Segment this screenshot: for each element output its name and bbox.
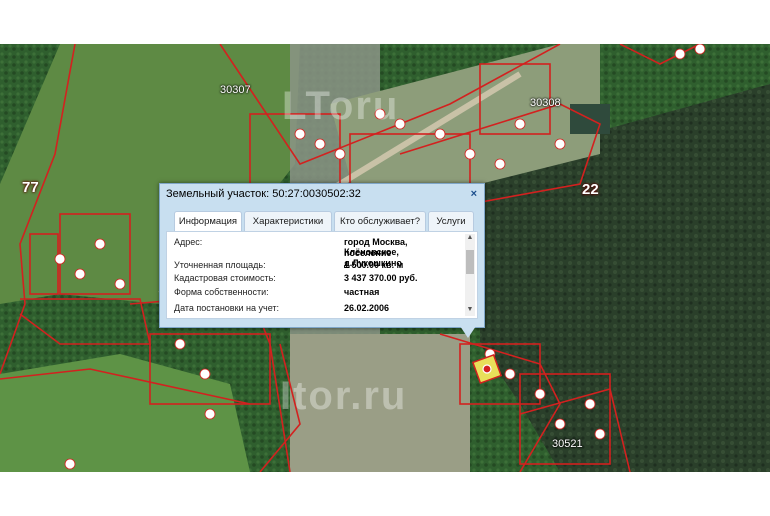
block-label-30307: 30307: [220, 84, 251, 96]
info-panel: Адрес: город Москва, поселение Клёновско…: [166, 231, 478, 319]
tab-information[interactable]: Информация: [174, 211, 242, 233]
district-label-77: 77: [22, 179, 39, 196]
block-label-30308: 30308: [530, 97, 561, 109]
row-label: Кадастровая стоимость:: [174, 273, 276, 283]
info-row-area: Уточненная площадь: 1 500.00 кв. м: [174, 260, 451, 274]
info-row-registration-date: Дата постановки на учет: 26.02.2006: [174, 303, 451, 317]
row-value: 1 500.00 кв. м: [344, 260, 404, 270]
popup-titlebar: Земельный участок: 50:27:0030502:32 ×: [160, 184, 484, 206]
row-label: Адрес:: [174, 237, 203, 247]
tab-services[interactable]: Услуги: [428, 211, 474, 231]
info-row-address-cont: Клёновское, д.Лукошкино: [174, 247, 451, 268]
tab-who-serves[interactable]: Кто обслуживает?: [334, 211, 426, 231]
scroll-thumb[interactable]: [466, 250, 474, 274]
close-icon[interactable]: ×: [471, 188, 477, 200]
row-label: Уточненная площадь:: [174, 260, 266, 270]
row-value: 26.02.2006: [344, 303, 390, 313]
block-label-30521: 30521: [552, 438, 583, 450]
scroll-up-icon[interactable]: ▲: [465, 234, 475, 244]
watermark-top: LToru: [282, 84, 400, 128]
scroll-down-icon[interactable]: ▼: [465, 306, 475, 316]
district-label-22: 22: [582, 181, 599, 198]
tab-characteristics[interactable]: Характеристики: [244, 211, 332, 231]
popup-pointer: [460, 326, 476, 338]
row-label: Форма собственности:: [174, 287, 269, 297]
parcel-info-popup: Земельный участок: 50:27:0030502:32 × Ин…: [159, 183, 485, 338]
watermark-bottom: Itor.ru: [280, 374, 408, 418]
info-row-cadastral-value: Кадастровая стоимость: 3 437 370.00 руб.: [174, 273, 451, 287]
row-value: 3 437 370.00 руб.: [344, 273, 418, 283]
info-row-ownership: Форма собственности: частная: [174, 287, 451, 301]
panel-scrollbar[interactable]: ▲ ▼: [465, 234, 475, 316]
row-label: Дата постановки на учет:: [174, 303, 280, 313]
row-value: частная: [344, 287, 380, 297]
popup-tabs: Информация Характеристики Кто обслуживае…: [172, 211, 474, 233]
popup-title: Земельный участок: 50:27:0030502:32: [166, 188, 361, 200]
